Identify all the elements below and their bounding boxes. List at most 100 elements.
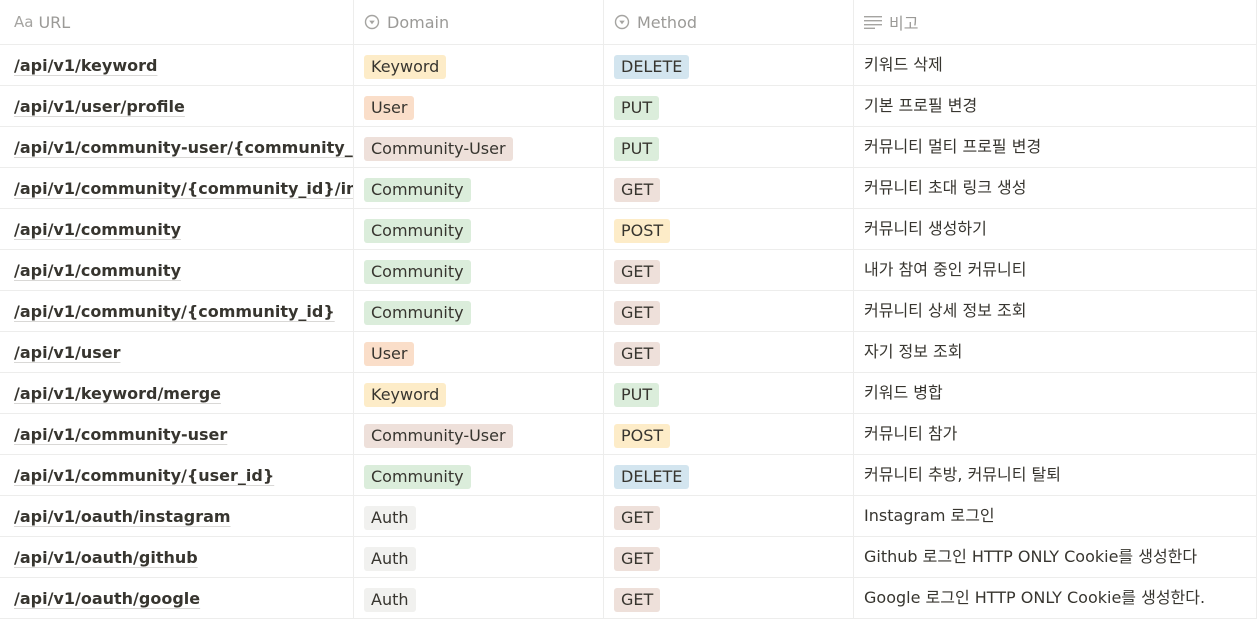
- method-tag: GET: [614, 260, 661, 284]
- note-cell[interactable]: 키워드 병합: [854, 373, 1257, 413]
- note-cell[interactable]: 커뮤니티 멀티 프로필 변경: [854, 127, 1257, 167]
- domain-cell[interactable]: User: [354, 86, 604, 126]
- url-cell[interactable]: /api/v1/keyword/merge: [0, 373, 354, 413]
- method-tag: PUT: [614, 137, 660, 161]
- method-cell[interactable]: GET: [604, 537, 854, 577]
- table-row[interactable]: /api/v1/community Community POST 커뮤니티 생성하기: [0, 209, 1257, 250]
- table-row[interactable]: /api/v1/user User GET 자기 정보 조회: [0, 332, 1257, 373]
- domain-cell[interactable]: Keyword: [354, 45, 604, 85]
- domain-cell[interactable]: Community-User: [354, 127, 604, 167]
- note-cell[interactable]: 커뮤니티 상세 정보 조회: [854, 291, 1257, 331]
- method-cell[interactable]: DELETE: [604, 455, 854, 495]
- method-cell[interactable]: GET: [604, 332, 854, 372]
- domain-cell[interactable]: Community: [354, 168, 604, 208]
- note-cell[interactable]: 커뮤니티 초대 링크 생성: [854, 168, 1257, 208]
- note-cell[interactable]: Github 로그인 HTTP ONLY Cookie를 생성한다: [854, 537, 1257, 577]
- domain-cell[interactable]: User: [354, 332, 604, 372]
- url-cell[interactable]: /api/v1/community: [0, 209, 354, 249]
- domain-cell[interactable]: Community: [354, 250, 604, 290]
- table-row[interactable]: /api/v1/oauth/instagram Auth GET Instagram …: [0, 496, 1257, 537]
- domain-tag: User: [364, 342, 415, 366]
- url-cell[interactable]: /api/v1/oauth/instagram: [0, 496, 354, 536]
- url-cell[interactable]: /api/v1/user: [0, 332, 354, 372]
- table-row[interactable]: /api/v1/user/profile User PUT 기본 프로필 변경: [0, 86, 1257, 127]
- method-cell[interactable]: PUT: [604, 373, 854, 413]
- column-header-label: 비고: [889, 14, 919, 33]
- method-tag: GET: [614, 178, 661, 202]
- domain-cell[interactable]: Community: [354, 455, 604, 495]
- method-cell[interactable]: PUT: [604, 86, 854, 126]
- column-header-label: URL: [38, 12, 71, 32]
- url-text[interactable]: /api/v1/community/{user_id}: [14, 466, 274, 485]
- domain-cell[interactable]: Auth: [354, 537, 604, 577]
- note-cell[interactable]: 키워드 삭제: [854, 45, 1257, 85]
- method-cell[interactable]: GET: [604, 496, 854, 536]
- url-cell[interactable]: /api/v1/community-user/{community_id}/pr…: [0, 127, 354, 167]
- url-text[interactable]: /api/v1/community/{community_id}: [14, 302, 335, 321]
- url-text[interactable]: /api/v1/community: [14, 220, 181, 239]
- url-text[interactable]: /api/v1/community-user: [14, 425, 227, 444]
- table-row[interactable]: /api/v1/oauth/google Auth GET Google 로그인 HT…: [0, 578, 1257, 619]
- url-text[interactable]: /api/v1/keyword/merge: [14, 384, 221, 403]
- column-header-url[interactable]: Aa URL: [0, 0, 354, 44]
- url-cell[interactable]: /api/v1/community/{community_id}: [0, 291, 354, 331]
- note-cell[interactable]: 커뮤니티 생성하기: [854, 209, 1257, 249]
- table-row[interactable]: /api/v1/community/{user_id} Community DELE…: [0, 455, 1257, 496]
- column-header-method[interactable]: Method: [604, 0, 854, 44]
- url-text[interactable]: /api/v1/community-user/{community_id}/pr…: [14, 138, 353, 157]
- note-cell[interactable]: 커뮤니티 참가: [854, 414, 1257, 454]
- table-row[interactable]: /api/v1/oauth/github Auth GET Github 로그인 HT…: [0, 537, 1257, 578]
- method-cell[interactable]: PUT: [604, 127, 854, 167]
- table-row[interactable]: /api/v1/community-user/{community_id}/pr…: [0, 127, 1257, 168]
- method-cell[interactable]: GET: [604, 291, 854, 331]
- table-row[interactable]: /api/v1/community/{community_id}/invitat…: [0, 168, 1257, 209]
- url-text[interactable]: /api/v1/community: [14, 261, 181, 280]
- note-cell[interactable]: Google 로그인 HTTP ONLY Cookie를 생성한다.: [854, 578, 1257, 618]
- method-cell[interactable]: GET: [604, 578, 854, 618]
- url-text[interactable]: /api/v1/keyword: [14, 56, 157, 75]
- note-cell[interactable]: 커뮤니티 추방, 커뮤니티 탈퇴: [854, 455, 1257, 495]
- method-cell[interactable]: POST: [604, 209, 854, 249]
- table-row[interactable]: /api/v1/keyword Keyword DELETE 키워드 삭제: [0, 45, 1257, 86]
- domain-cell[interactable]: Community-User: [354, 414, 604, 454]
- url-cell[interactable]: /api/v1/community: [0, 250, 354, 290]
- table-row[interactable]: /api/v1/community Community GET 내가 참여 중인 커뮤…: [0, 250, 1257, 291]
- domain-cell[interactable]: Keyword: [354, 373, 604, 413]
- method-tag: GET: [614, 506, 661, 530]
- domain-cell[interactable]: Community: [354, 209, 604, 249]
- url-cell[interactable]: /api/v1/community/{user_id}: [0, 455, 354, 495]
- method-cell[interactable]: GET: [604, 168, 854, 208]
- url-cell[interactable]: /api/v1/user/profile: [0, 86, 354, 126]
- url-cell[interactable]: /api/v1/community/{community_id}/invitat…: [0, 168, 354, 208]
- method-cell[interactable]: GET: [604, 250, 854, 290]
- method-cell[interactable]: POST: [604, 414, 854, 454]
- table-row[interactable]: /api/v1/keyword/merge Keyword PUT 키워드 병합: [0, 373, 1257, 414]
- note-text: 내가 참여 중인 커뮤니티: [864, 260, 1027, 279]
- url-text[interactable]: /api/v1/oauth/github: [14, 548, 198, 567]
- domain-tag: User: [364, 96, 415, 120]
- url-text[interactable]: /api/v1/oauth/google: [14, 589, 200, 608]
- method-tag: GET: [614, 547, 661, 571]
- url-cell[interactable]: /api/v1/keyword: [0, 45, 354, 85]
- column-header-note[interactable]: 비고: [854, 0, 1257, 44]
- method-cell[interactable]: DELETE: [604, 45, 854, 85]
- domain-cell[interactable]: Community: [354, 291, 604, 331]
- url-cell[interactable]: /api/v1/oauth/github: [0, 537, 354, 577]
- url-text[interactable]: /api/v1/oauth/instagram: [14, 507, 231, 526]
- url-text[interactable]: /api/v1/user/profile: [14, 97, 185, 116]
- method-tag: DELETE: [614, 465, 690, 489]
- table-row[interactable]: /api/v1/community/{community_id} Communit…: [0, 291, 1257, 332]
- url-cell[interactable]: /api/v1/community-user: [0, 414, 354, 454]
- table-body: /api/v1/keyword Keyword DELETE 키워드 삭제/api/v…: [0, 45, 1257, 619]
- url-text[interactable]: /api/v1/community/{community_id}/invitat…: [14, 179, 353, 198]
- url-text[interactable]: /api/v1/user: [14, 343, 120, 362]
- domain-cell[interactable]: Auth: [354, 578, 604, 618]
- table-row[interactable]: /api/v1/community-user Community-User POST…: [0, 414, 1257, 455]
- column-header-domain[interactable]: Domain: [354, 0, 604, 44]
- note-cell[interactable]: 내가 참여 중인 커뮤니티: [854, 250, 1257, 290]
- note-cell[interactable]: 자기 정보 조회: [854, 332, 1257, 372]
- note-cell[interactable]: 기본 프로필 변경: [854, 86, 1257, 126]
- note-cell[interactable]: Instagram 로그인: [854, 496, 1257, 536]
- url-cell[interactable]: /api/v1/oauth/google: [0, 578, 354, 618]
- domain-cell[interactable]: Auth: [354, 496, 604, 536]
